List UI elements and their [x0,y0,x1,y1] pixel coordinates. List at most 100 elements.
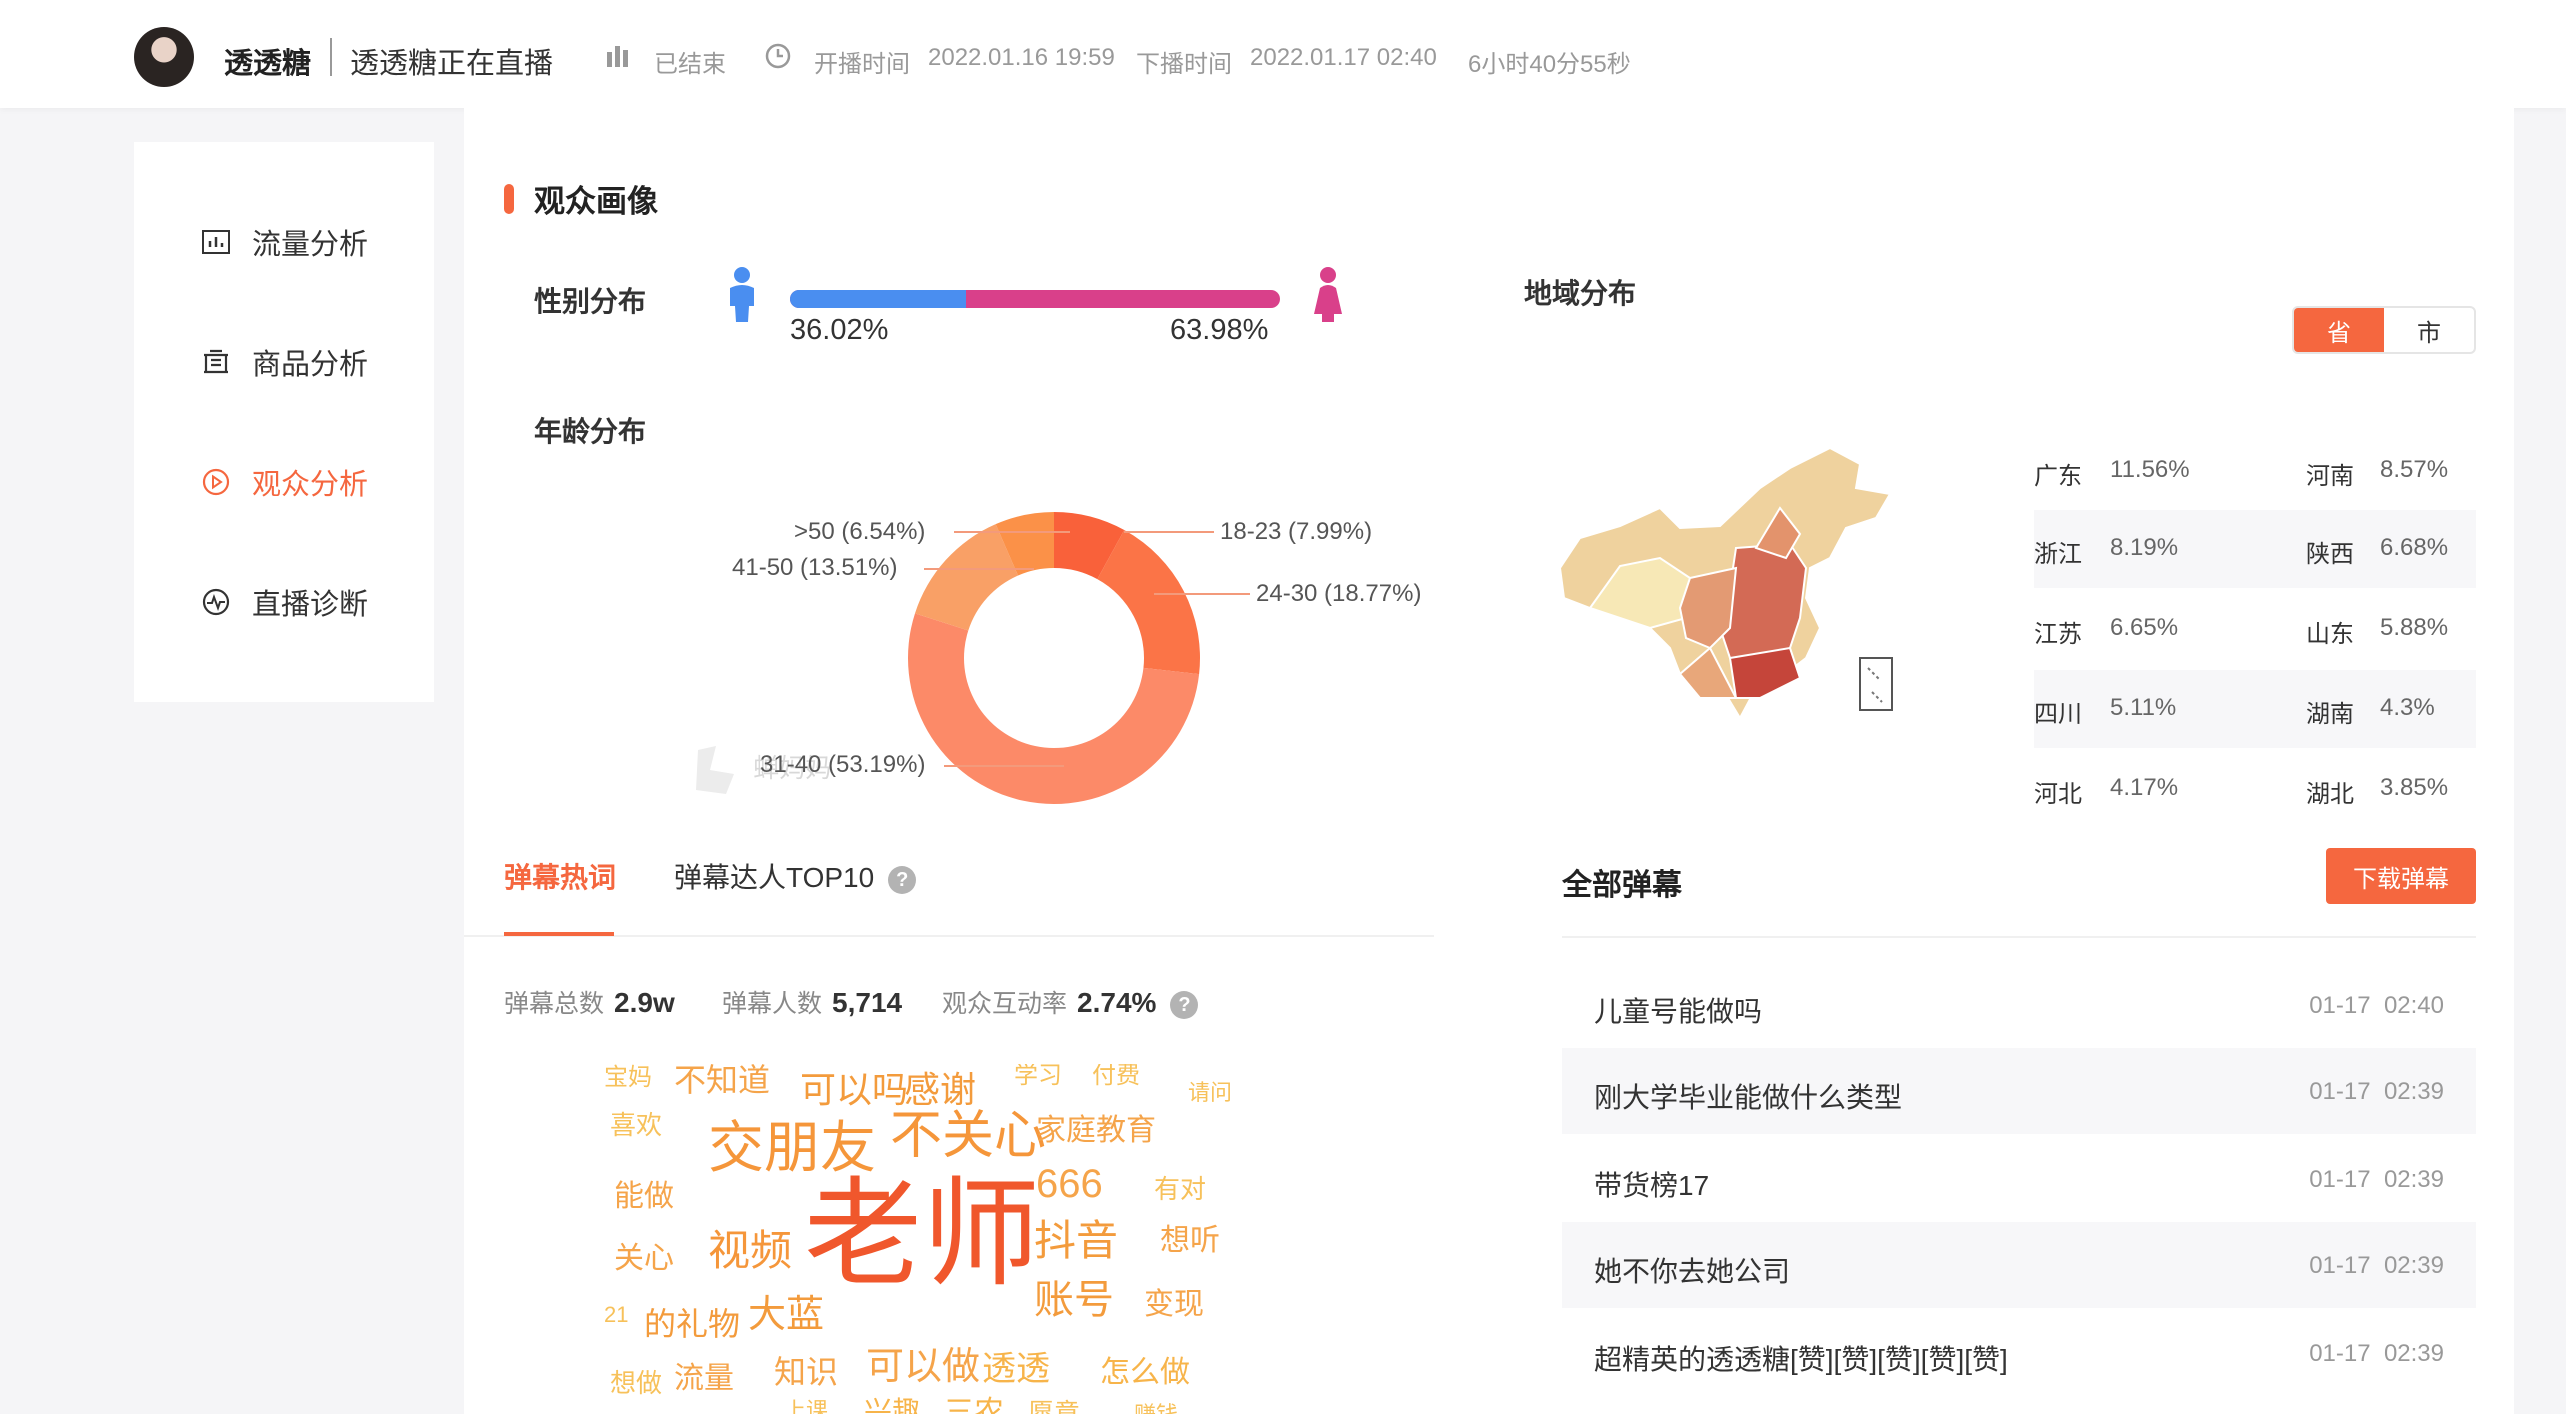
cloud-word[interactable]: 想做 [610,1370,662,1396]
sidebar-item-goods[interactable]: 商品分析 [200,342,368,382]
danmaku-time: 01-17 02:39 [2309,1340,2444,1367]
live-duration: 6小时40分55秒 [1468,51,1631,78]
cloud-word[interactable]: 交朋友 [708,1120,876,1176]
help-icon[interactable]: ? [888,865,917,894]
avatar[interactable] [134,27,194,87]
tab-active-underline [504,932,614,936]
cloud-word[interactable]: 喜欢 [610,1112,662,1138]
cloud-word[interactable]: 兴趣 [864,1398,920,1414]
cloud-word[interactable]: 变现 [1144,1290,1204,1320]
cloud-word[interactable]: 666 [1036,1164,1103,1204]
region-name: 湖北 [2306,781,2354,808]
danmaku-row[interactable]: 刚大学毕业能做什么类型 01-17 02:39 [1562,1048,2476,1134]
female-icon [1314,267,1342,322]
region-row: 江苏 6.65% 山东 5.88% [2034,590,2476,668]
cloud-word[interactable]: 感谢 [904,1072,976,1108]
sidebar-item-label: 商品分析 [252,349,369,381]
danmaku-list-title: 全部弹幕 [1562,869,1682,902]
tab-danmaku-hotwords[interactable]: 弹幕热词 [504,856,616,896]
cloud-word[interactable]: 可以吗 [800,1072,908,1108]
leader-line [1154,593,1250,595]
male-percent: 36.02% [790,314,889,346]
section-title: 观众画像 [504,176,658,221]
cloud-word[interactable]: 大蓝 [748,1296,824,1334]
sidebar-item-traffic[interactable]: 流量分析 [200,222,368,262]
cloud-word[interactable]: 视频 [708,1230,792,1272]
cloud-word[interactable]: 透透 [982,1352,1050,1386]
cloud-word[interactable]: 可以做 [866,1348,980,1386]
region-name: 山东 [2306,621,2354,648]
region-value: 6.65% [2110,614,2179,641]
cloud-word[interactable]: 有对 [1154,1176,1206,1202]
cloud-word[interactable]: 想听 [1160,1226,1220,1256]
region-name: 湖南 [2306,701,2354,728]
danmaku-row[interactable]: 她不你去她公司 01-17 02:39 [1562,1222,2476,1308]
help-icon[interactable]: ? [1170,991,1199,1020]
cloud-word[interactable]: 上课 [784,1400,828,1414]
region-name: 江苏 [2034,621,2082,648]
start-time: 2022.01.16 19:59 [928,44,1115,71]
danmaku-row[interactable]: 儿童号能做吗 01-17 02:40 [1562,962,2476,1048]
stat-interaction-rate: 观众互动率 2.74%? [942,984,1199,1020]
danmaku-text: 超精英的透透糖[赞][赞][赞][赞][赞] [1594,1344,2008,1375]
age-label-18-23: 18-23 (7.99%) [1220,518,1373,545]
danmaku-row[interactable]: 带货榜17 01-17 02:39 [1562,1136,2476,1222]
cloud-word[interactable]: 老师 [804,1176,1040,1294]
region-row: 河北 4.17% 湖北 3.85% [2034,750,2476,828]
region-name: 四川 [2034,701,2082,728]
cloud-word[interactable]: 流量 [674,1364,734,1394]
bar-chart-icon [202,230,230,254]
gender-label: 性别分布 [534,286,647,317]
region-name: 浙江 [2034,541,2082,568]
end-time: 2022.01.17 02:40 [1250,44,1437,71]
cloud-word[interactable]: 21 [604,1304,628,1326]
cloud-word[interactable]: 赚钱 [1134,1404,1178,1414]
cloud-word[interactable]: 学习 [1014,1064,1062,1088]
donut-slice-24-30[interactable] [1097,530,1200,675]
cloud-word[interactable]: 怎么做 [1100,1358,1190,1388]
gender-ratio-bar [790,290,1280,308]
cloud-word[interactable]: 关心 [614,1244,674,1274]
sidebar-item-audience[interactable]: 观众分析 [200,462,368,502]
danmaku-divider [1562,936,2476,938]
cloud-word[interactable]: 不知道 [674,1064,770,1096]
streamer-name[interactable]: 透透糖 [224,40,311,82]
toggle-province[interactable]: 省 [2294,308,2384,352]
start-label: 开播时间 [814,51,910,78]
cloud-word[interactable]: 愿意 [1028,1400,1080,1414]
toggle-city[interactable]: 市 [2384,308,2474,352]
tab-danmaku-top10[interactable]: 弹幕达人TOP10? [674,856,917,896]
donut-slice-41-50[interactable] [915,524,1019,631]
cloud-word[interactable]: 不关心 [890,1110,1046,1162]
region-value: 4.17% [2110,774,2179,801]
danmaku-time: 01-17 02:39 [2309,1252,2444,1279]
danmaku-row[interactable]: 超精英的透透糖[赞][赞][赞][赞][赞] 01-17 02:39 [1562,1310,2476,1396]
cloud-word[interactable]: 宝妈 [604,1066,652,1090]
cloud-word[interactable]: 家庭教育 [1036,1116,1156,1146]
live-title: 透透糖正在直播 [350,48,554,80]
leader-line [944,765,1064,767]
cloud-word[interactable]: 抖音 [1034,1220,1118,1262]
danmaku-text: 带货榜17 [1594,1170,1710,1201]
cloud-word[interactable]: 能做 [614,1182,674,1212]
region-toggle: 省 市 [2292,306,2476,354]
clock-icon [765,43,791,69]
cloud-word[interactable]: 的礼物 [644,1308,740,1340]
download-danmaku-button[interactable]: 下载弹幕 [2326,848,2476,904]
region-value: 11.56% [2110,456,2190,483]
cloud-word[interactable]: 账号 [1034,1280,1114,1320]
cloud-word[interactable]: 付费 [1092,1064,1140,1088]
region-name: 河南 [2306,463,2354,490]
pulse-icon [202,588,230,616]
cloud-word[interactable]: 请问 [1188,1082,1232,1104]
region-value: 4.3% [2380,694,2435,721]
sidebar-item-diagnosis[interactable]: 直播诊断 [200,582,368,622]
danmaku-text: 她不你去她公司 [1594,1256,1791,1287]
age-label-31-40: 31-40 (53.19%) [760,751,926,778]
sidebar: 流量分析 商品分析 观众分析 直播诊断 [134,142,434,702]
cloud-word[interactable]: 三农 [944,1398,1004,1414]
stat-value: 2.9w [614,987,675,1018]
stat-danmaku-users: 弹幕人数 5,714 [722,984,902,1020]
cloud-word[interactable]: 知识 [774,1356,838,1388]
stat-label: 弹幕人数 [722,990,823,1018]
